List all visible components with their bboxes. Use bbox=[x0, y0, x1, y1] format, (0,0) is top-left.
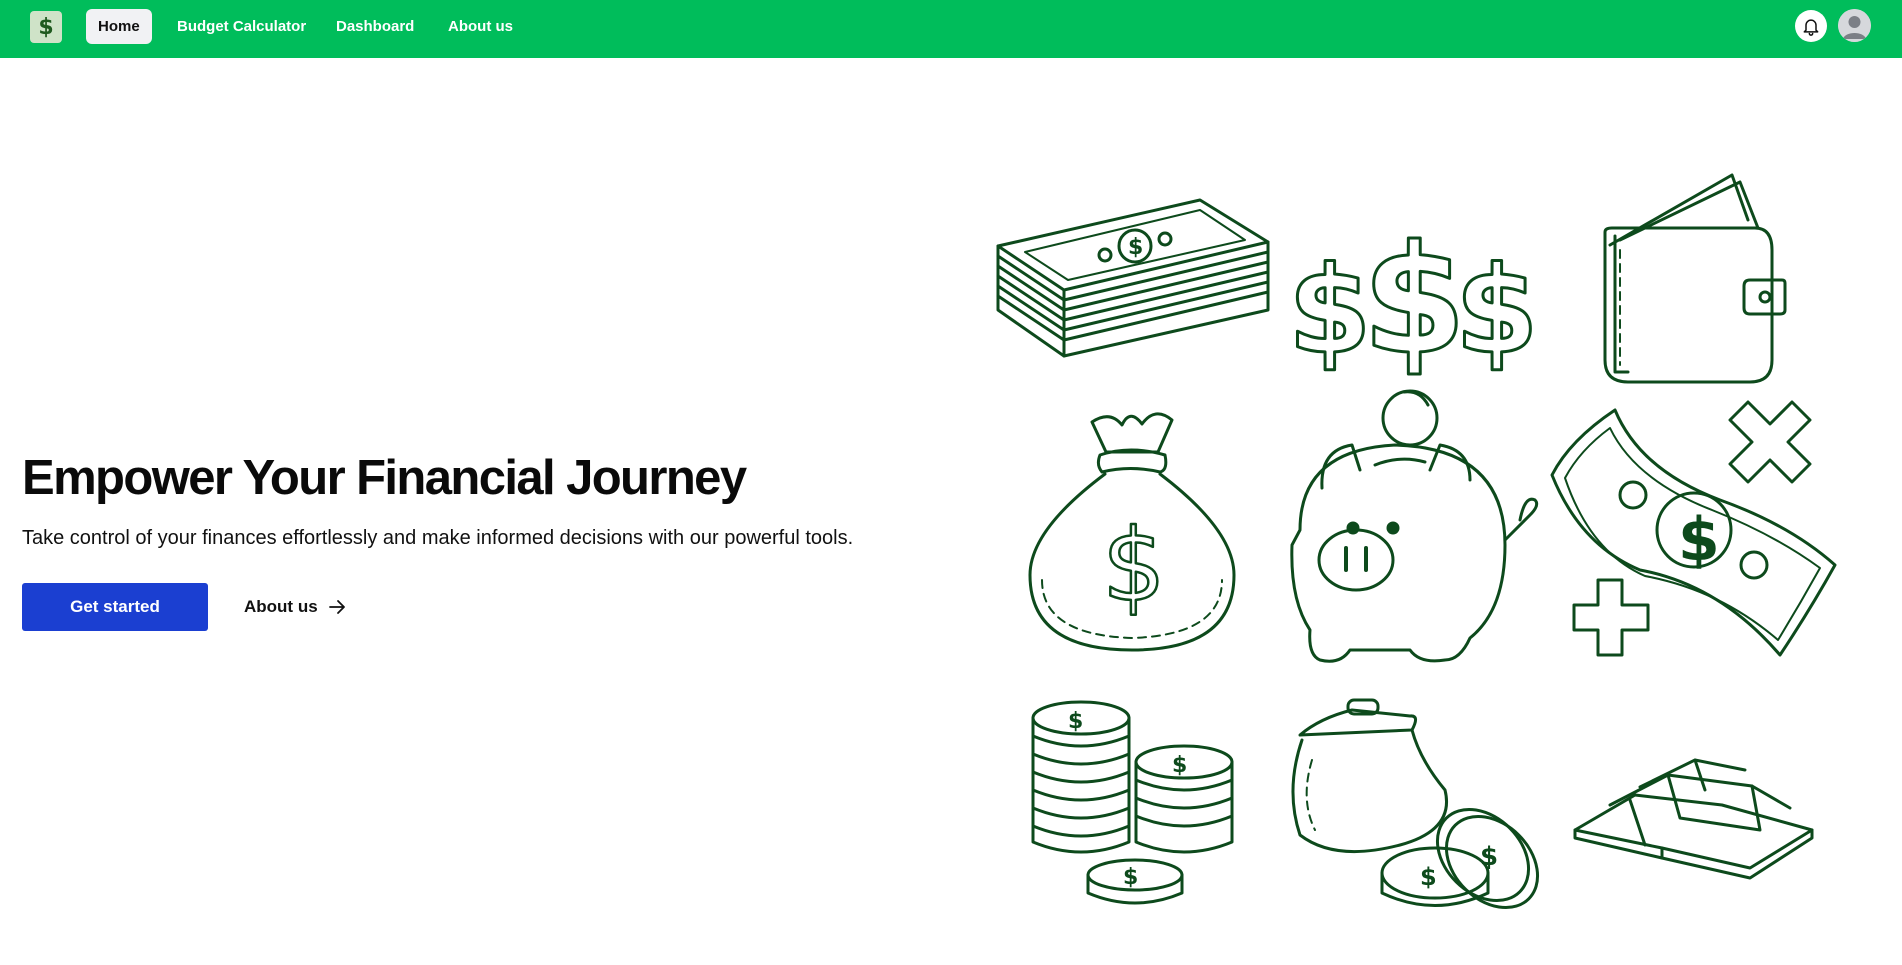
gold-bars-icon bbox=[1573, 758, 1814, 880]
coin-stacks-icon: $ $ $ bbox=[1031, 700, 1234, 905]
svg-text:$: $ bbox=[1172, 753, 1187, 778]
svg-text:$: $ bbox=[1068, 709, 1083, 734]
nav-budget-calculator[interactable]: Budget Calculator bbox=[165, 9, 318, 44]
bill-plus-minus-icon: $ bbox=[1550, 400, 1837, 657]
wallet-icon bbox=[1603, 173, 1787, 384]
about-us-link-label: About us bbox=[244, 597, 318, 616]
hero-title: Empower Your Financial Journey bbox=[22, 451, 747, 505]
svg-text:$: $ bbox=[1288, 242, 1372, 381]
piggy-bank-icon bbox=[1290, 389, 1539, 663]
svg-text:$: $ bbox=[1455, 242, 1539, 381]
top-navbar: $ Home Budget Calculator Dashboard About… bbox=[0, 0, 1902, 58]
arrow-right-icon bbox=[328, 600, 345, 614]
dollar-signs-icon: $ $ $ bbox=[1287, 213, 1541, 390]
svg-text:$: $ bbox=[1123, 865, 1138, 890]
cash-stack-icon: $ bbox=[996, 198, 1270, 358]
svg-text:$: $ bbox=[1102, 507, 1166, 624]
svg-text:$: $ bbox=[1480, 842, 1498, 872]
user-avatar[interactable] bbox=[1838, 9, 1871, 42]
get-started-button[interactable]: Get started bbox=[22, 583, 208, 631]
hero-subtitle: Take control of your finances effortless… bbox=[22, 527, 854, 549]
coin-purse-icon: $ $ bbox=[1291, 698, 1540, 910]
svg-text:$: $ bbox=[1420, 863, 1437, 891]
svg-text:$: $ bbox=[1362, 214, 1466, 388]
nav-about-us[interactable]: About us bbox=[436, 9, 525, 44]
nav-home[interactable]: Home bbox=[86, 9, 152, 44]
svg-text:$: $ bbox=[1128, 235, 1143, 260]
logo-dollar-icon[interactable]: $ bbox=[30, 11, 62, 43]
user-avatar-icon bbox=[1838, 9, 1871, 42]
notification-bell-button[interactable] bbox=[1795, 10, 1827, 42]
finance-illustration: $ $ $ $ $ $ $ $ $ $ $ bbox=[996, 173, 1837, 910]
money-bag-icon: $ bbox=[1028, 412, 1236, 652]
svg-text:$: $ bbox=[1678, 505, 1720, 575]
bell-icon bbox=[1803, 19, 1819, 36]
about-us-link[interactable]: About us bbox=[244, 595, 346, 619]
nav-dashboard[interactable]: Dashboard bbox=[324, 9, 426, 44]
